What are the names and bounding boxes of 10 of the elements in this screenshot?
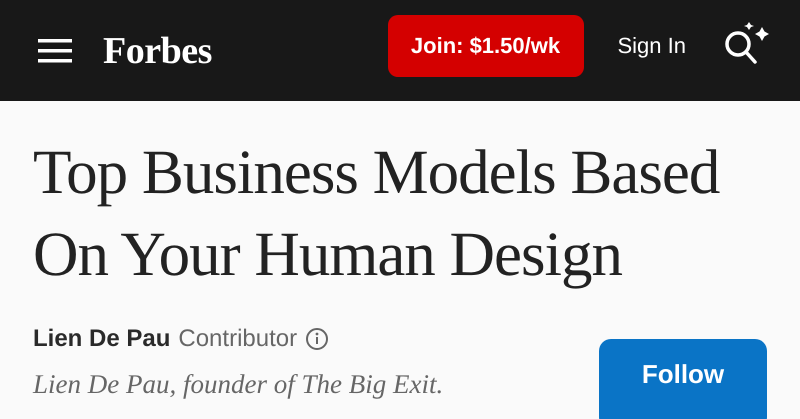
- subscribe-button[interactable]: Join: $1.50/wk: [388, 14, 584, 76]
- author-bio: Lien De Pau, founder of The Big Exit.: [33, 369, 444, 400]
- logo[interactable]: Forbes: [103, 28, 212, 72]
- article-title: Top Business Models Based On Your Human Design: [33, 136, 721, 291]
- author-name[interactable]: Lien De Pau: [33, 325, 170, 353]
- author-role: Contributor: [178, 325, 298, 353]
- info-icon[interactable]: [305, 327, 330, 351]
- follow-button[interactable]: Follow: [599, 339, 767, 419]
- sign-in-link[interactable]: Sign In: [618, 32, 686, 58]
- menu-icon[interactable]: [38, 38, 72, 62]
